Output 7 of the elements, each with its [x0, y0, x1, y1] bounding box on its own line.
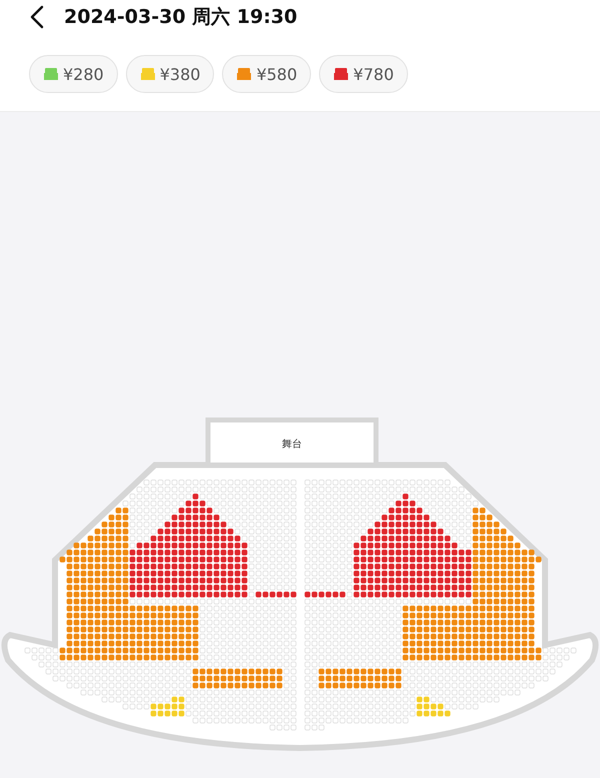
price-filter-chip[interactable]: ¥280 [29, 55, 118, 93]
show-time-title: 2024-03-30 周六 19:30 [64, 5, 298, 30]
price-filter-chip[interactable]: ¥580 [222, 55, 312, 93]
price-filter-chip[interactable]: ¥380 [126, 55, 214, 93]
stage-label: 舞台 [282, 439, 302, 450]
back-icon[interactable] [30, 5, 44, 29]
price-filter-chip[interactable]: ¥780 [319, 55, 408, 93]
